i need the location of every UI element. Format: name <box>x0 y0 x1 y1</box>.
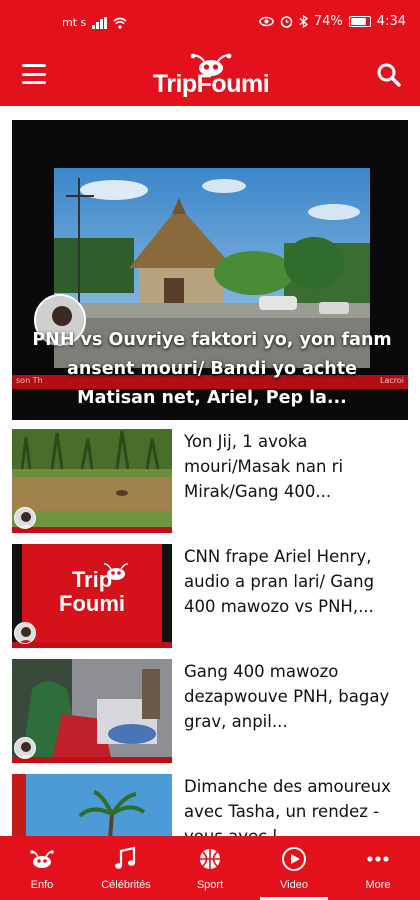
article-title[interactable]: Yon Jij, 1 avoka mouri/Masak nan ri Mira… <box>184 429 402 504</box>
nav-item-video[interactable]: Video <box>252 836 336 900</box>
music-notes-icon <box>113 846 139 872</box>
alarm-icon <box>280 16 293 28</box>
avatar <box>14 507 36 529</box>
nav-label: Sport <box>196 879 224 891</box>
basketball-icon <box>197 846 223 872</box>
hamburger-menu-icon[interactable] <box>22 64 46 84</box>
battery-percent: 74% <box>313 14 343 29</box>
list-item[interactable]: Dimanche des amoureux avec Tasha, un ren… <box>12 774 408 836</box>
nav-label: Célébrités <box>101 879 151 891</box>
article-thumbnail <box>12 774 172 836</box>
thumbnail-caption-strip <box>12 642 172 648</box>
thumbnail-caption-strip <box>12 757 172 763</box>
eye-icon <box>259 16 274 27</box>
article-title[interactable]: Gang 400 mawozo dezapwouve PNH, bagay gr… <box>184 659 402 734</box>
article-title[interactable]: CNN frape Ariel Henry, audio a pran lari… <box>184 544 402 619</box>
battery-icon <box>348 16 371 27</box>
featured-title[interactable]: PNH vs Ouvriye faktori yo, yon fanm anse… <box>28 326 396 413</box>
carrier-label: mt s <box>62 16 87 29</box>
status-right: 74% 4:34 <box>259 14 406 29</box>
list-item[interactable]: Trip Foumi CNN frape Ariel Henry, audio … <box>12 544 408 648</box>
ant-logo-icon <box>29 846 55 872</box>
logo-text: TripFoumi <box>152 70 270 98</box>
article-title[interactable]: Dimanche des amoureux avec Tasha, un ren… <box>184 774 402 836</box>
bottom-navigation: Enfo Célébrités Sport Video More <box>0 836 420 900</box>
thumbnail-logo-text: Trip Foumi <box>59 567 125 616</box>
avatar <box>14 737 36 759</box>
thumbnail-caption-strip <box>12 527 172 533</box>
nav-item-more[interactable]: More <box>336 836 420 900</box>
bluetooth-icon <box>299 15 308 28</box>
nav-label: Enfo <box>30 879 54 891</box>
article-thumbnail <box>12 429 172 531</box>
nav-item-celebrites[interactable]: Célébrités <box>84 836 168 900</box>
play-circle-icon <box>281 846 307 872</box>
list-item[interactable]: Gang 400 mawozo dezapwouve PNH, bagay gr… <box>12 659 408 763</box>
search-icon[interactable] <box>374 60 404 90</box>
nav-item-enfo[interactable]: Enfo <box>0 836 84 900</box>
news-feed[interactable]: son Th Lacroi PNH vs Ouvriye faktori yo,… <box>0 106 420 836</box>
tripfoumi-logo: TripFoumi <box>150 52 272 102</box>
avatar <box>14 622 36 644</box>
article-thumbnail <box>12 659 172 761</box>
featured-article[interactable]: son Th Lacroi PNH vs Ouvriye faktori yo,… <box>12 120 408 420</box>
clock: 4:34 <box>376 14 406 29</box>
more-dots-icon <box>365 846 391 872</box>
status-left: mt s <box>62 16 127 29</box>
status-bar: mt s 74% 4:34 <box>0 0 420 46</box>
list-item[interactable]: Yon Jij, 1 avoka mouri/Masak nan ri Mira… <box>12 429 408 533</box>
signal-icon <box>92 16 108 29</box>
nav-label: More <box>365 879 391 891</box>
app-header: TripFoumi <box>0 46 420 106</box>
nav-item-sport[interactable]: Sport <box>168 836 252 900</box>
wifi-icon <box>113 17 127 29</box>
nav-label: Video <box>280 879 308 891</box>
